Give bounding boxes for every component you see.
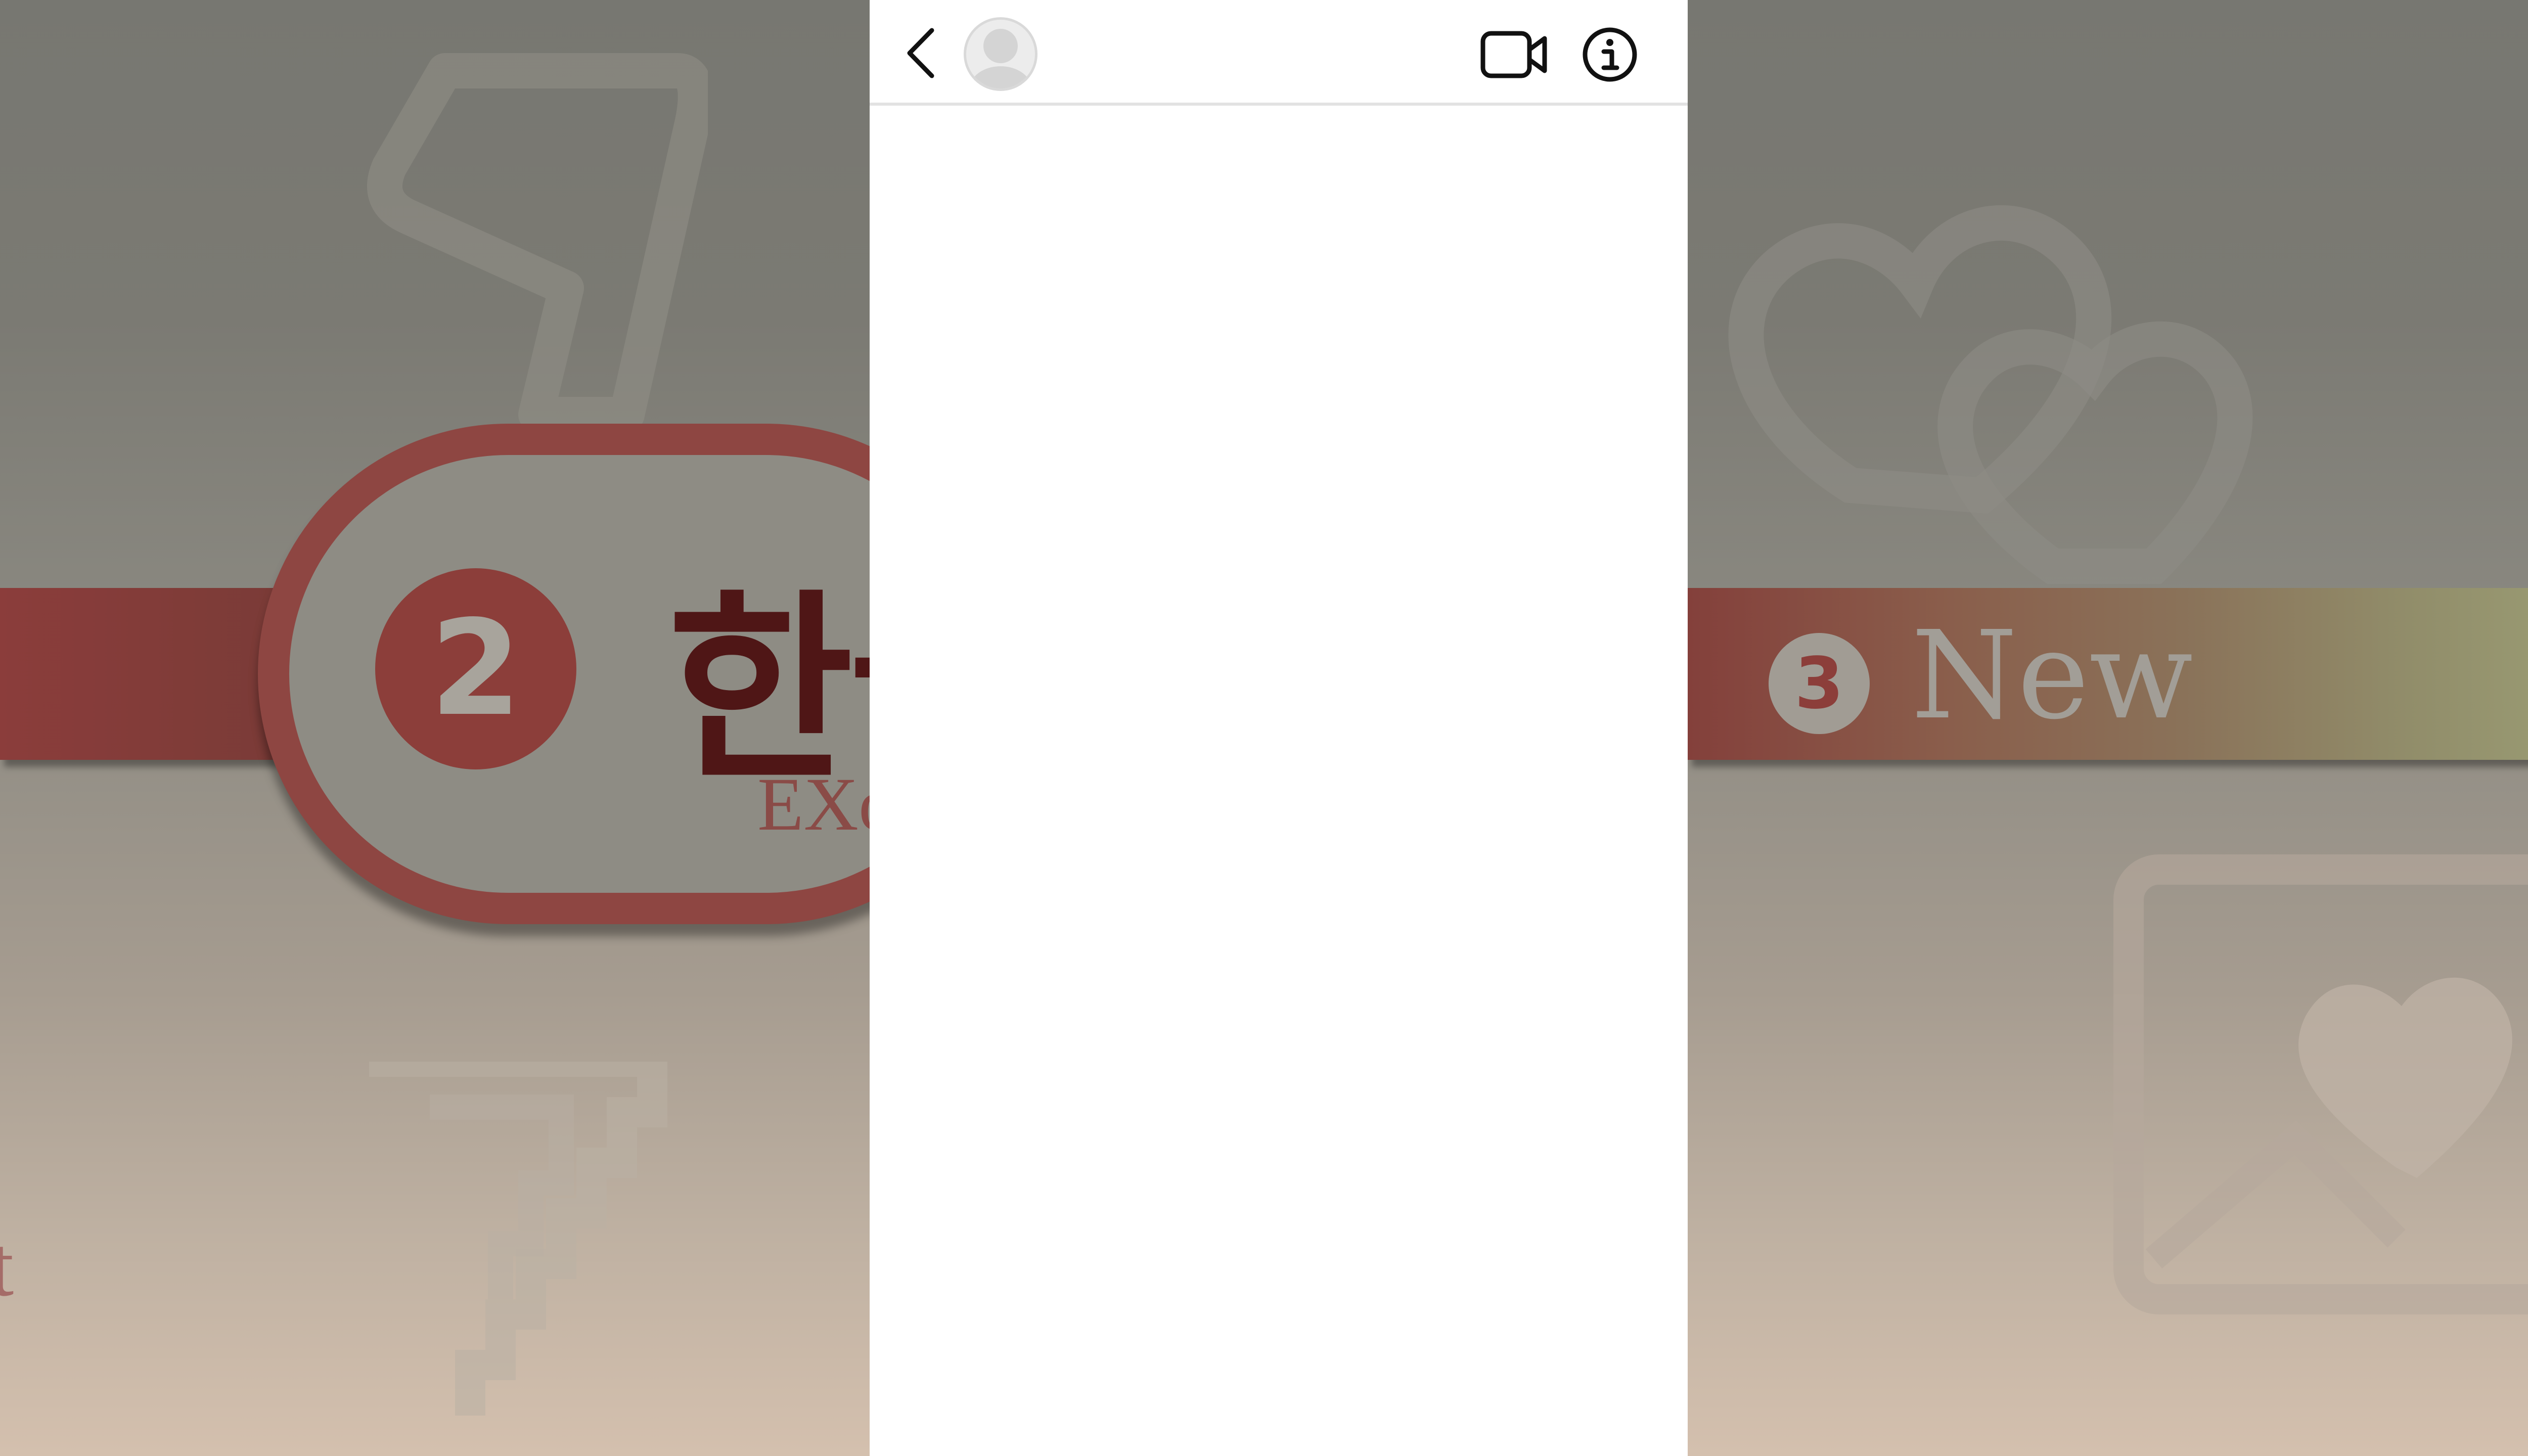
back-button[interactable]: [890, 20, 951, 86]
watermark-quote-icon: [354, 51, 708, 445]
watermark-pixel-heart-icon: [369, 1062, 814, 1456]
pill-number-badge: 2: [375, 568, 576, 769]
info-circle-icon: [1582, 26, 1638, 83]
video-camera-icon: [1480, 29, 1549, 80]
message-thread[interactable]: [870, 106, 1688, 1456]
chevron-left-icon: [902, 25, 938, 81]
info-button[interactable]: [1577, 22, 1642, 87]
left-edge-fragment: t: [0, 1219, 14, 1314]
video-call-button[interactable]: [1476, 22, 1552, 87]
user-avatar-icon: [966, 20, 1035, 88]
watermark-hearts-icon: [1699, 131, 2386, 597]
watermark-photo-heart-icon: [2113, 854, 2528, 1325]
avatar[interactable]: [964, 17, 1037, 91]
chat-header: [870, 0, 1688, 106]
band-title-text: New: [1911, 605, 2193, 746]
chat-panel: [870, 0, 1688, 1456]
band-number-badge: 3: [1769, 633, 1870, 734]
left-ribbon-band: t: [0, 588, 283, 1314]
